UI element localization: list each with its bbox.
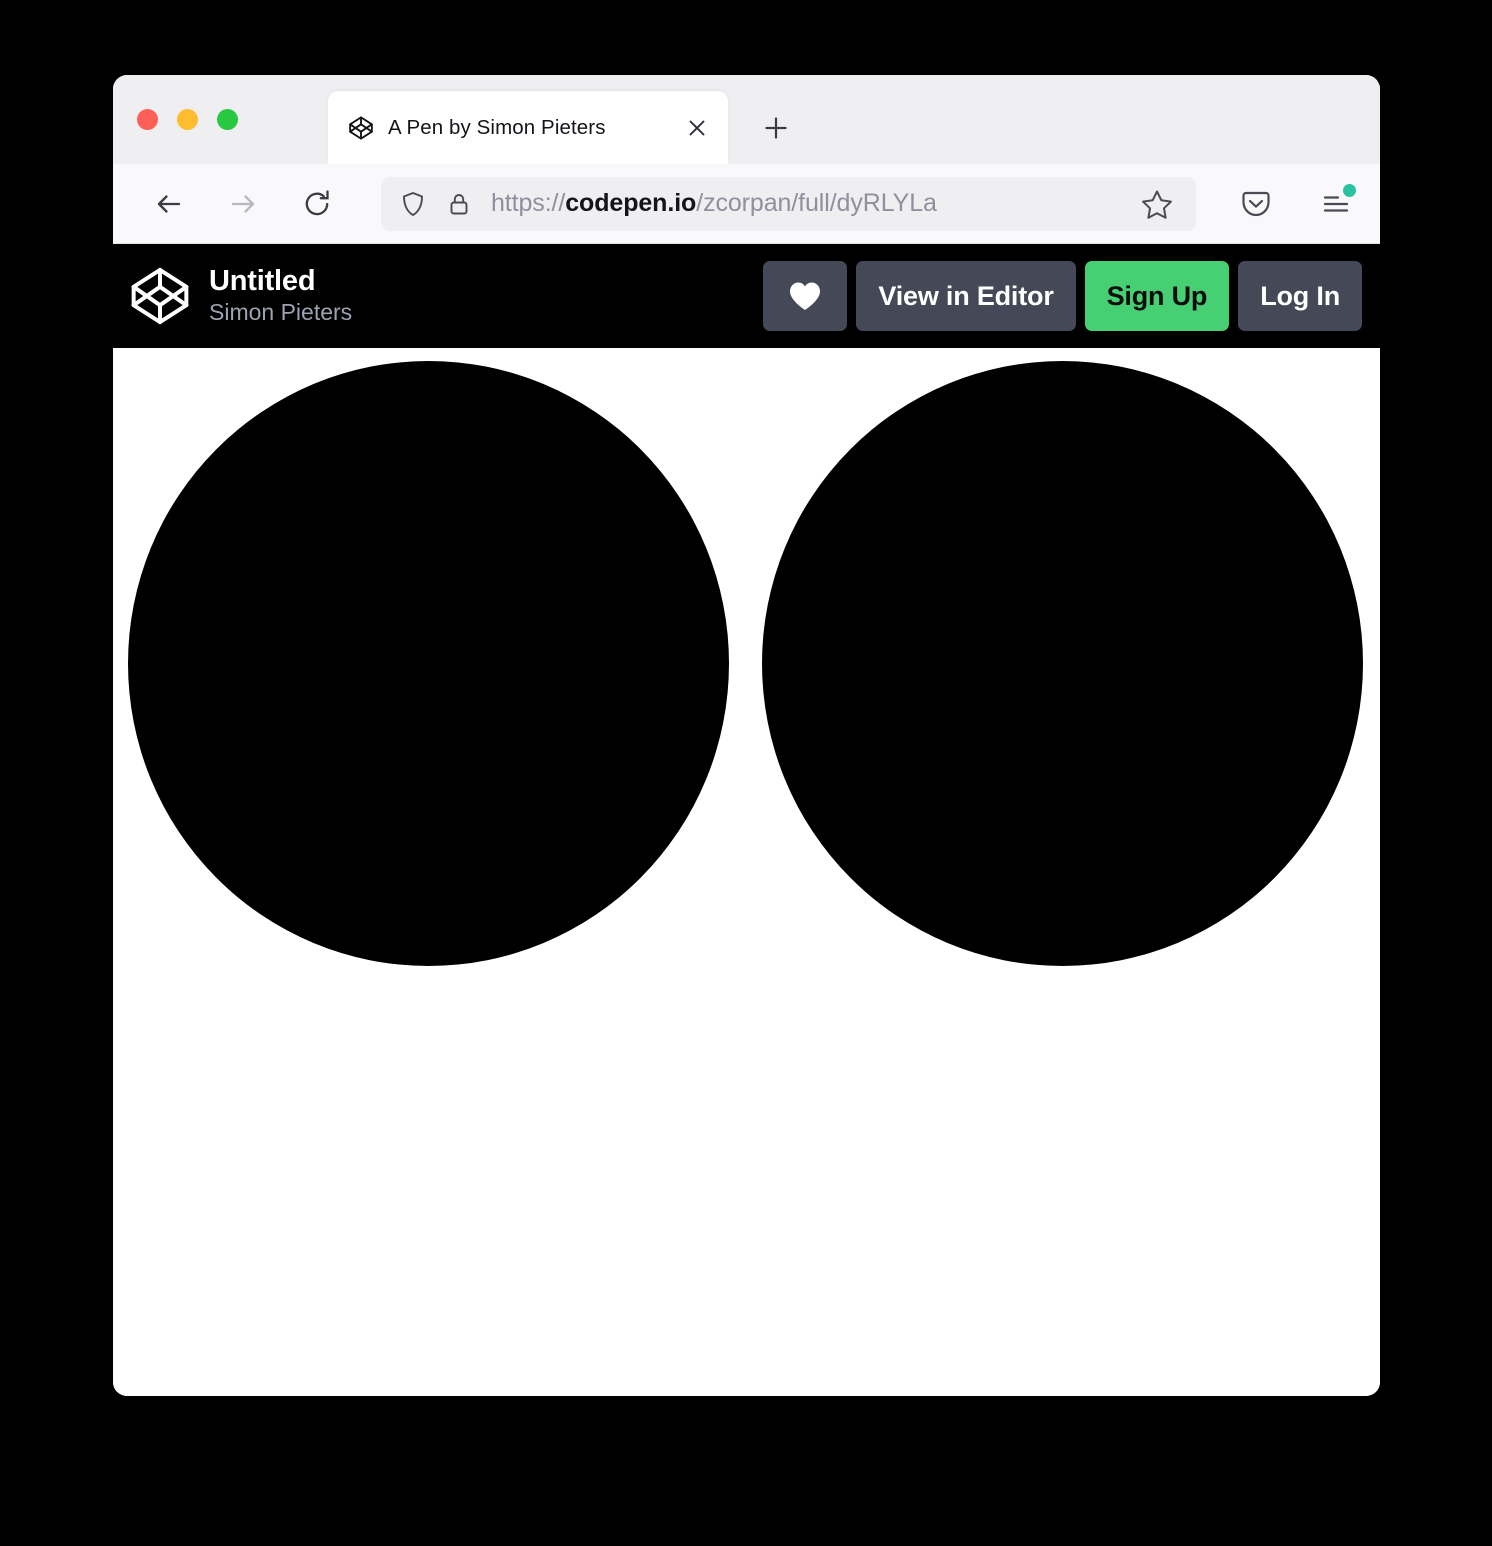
codepen-header-actions: View in Editor Sign Up Log In — [763, 261, 1362, 331]
log-in-button[interactable]: Log In — [1238, 261, 1362, 331]
shield-icon[interactable] — [395, 186, 431, 222]
plus-icon — [765, 117, 787, 139]
back-button[interactable] — [143, 178, 195, 230]
bookmark-button[interactable] — [1132, 179, 1182, 229]
arrow-right-icon — [231, 194, 255, 213]
window-minimize-button[interactable] — [177, 109, 198, 130]
pocket-button[interactable] — [1230, 178, 1282, 230]
url-path: /zcorpan/full/dyRLYLa — [696, 189, 937, 217]
reload-button[interactable] — [291, 178, 343, 230]
codepen-logo-icon[interactable] — [129, 265, 191, 327]
app-menu-button[interactable] — [1310, 178, 1362, 230]
url-bar[interactable]: https://codepen.io/zcorpan/full/dyRLYLa — [381, 176, 1196, 231]
lock-icon[interactable] — [441, 186, 477, 222]
url-text[interactable]: https://codepen.io/zcorpan/full/dyRLYLa — [491, 189, 1126, 218]
menu-notification-badge — [1343, 183, 1356, 197]
star-icon — [1142, 190, 1172, 219]
toolbar-right-actions — [1206, 178, 1362, 230]
navigation-toolbar: https://codepen.io/zcorpan/full/dyRLYLa — [113, 164, 1380, 244]
circle-left — [128, 361, 729, 966]
browser-window: A Pen by Simon Pieters https://codepen.i… — [113, 75, 1380, 1396]
codepen-logo-icon — [349, 115, 373, 140]
codepen-title-block: Untitled Simon Pieters — [209, 265, 763, 327]
window-maximize-button[interactable] — [217, 109, 238, 130]
reload-icon — [305, 189, 329, 215]
window-close-button[interactable] — [137, 109, 158, 130]
view-in-editor-button[interactable]: View in Editor — [856, 261, 1076, 331]
new-tab-button[interactable] — [754, 106, 798, 150]
tab-list: A Pen by Simon Pieters — [328, 91, 798, 164]
url-scheme: https:// — [491, 189, 566, 217]
tab-title: A Pen by Simon Pieters — [388, 115, 606, 139]
page-title: Untitled — [209, 265, 316, 298]
arrow-left-icon — [157, 194, 181, 213]
pocket-icon — [1242, 191, 1270, 216]
pen-preview-content — [113, 348, 1380, 1396]
url-host: codepen.io — [565, 189, 697, 217]
close-icon[interactable] — [680, 111, 714, 145]
window-traffic-lights — [137, 109, 238, 130]
love-button[interactable] — [763, 261, 848, 331]
circle-right — [762, 361, 1363, 966]
tab-strip: A Pen by Simon Pieters — [113, 75, 1380, 164]
browser-tab-active[interactable]: A Pen by Simon Pieters — [328, 91, 728, 164]
sign-up-button[interactable]: Sign Up — [1084, 261, 1230, 331]
forward-button[interactable] — [217, 178, 269, 230]
pen-author: Simon Pieters — [209, 299, 353, 326]
heart-icon — [790, 282, 821, 310]
codepen-header-bar: Untitled Simon Pieters View in Editor Si… — [113, 244, 1380, 348]
